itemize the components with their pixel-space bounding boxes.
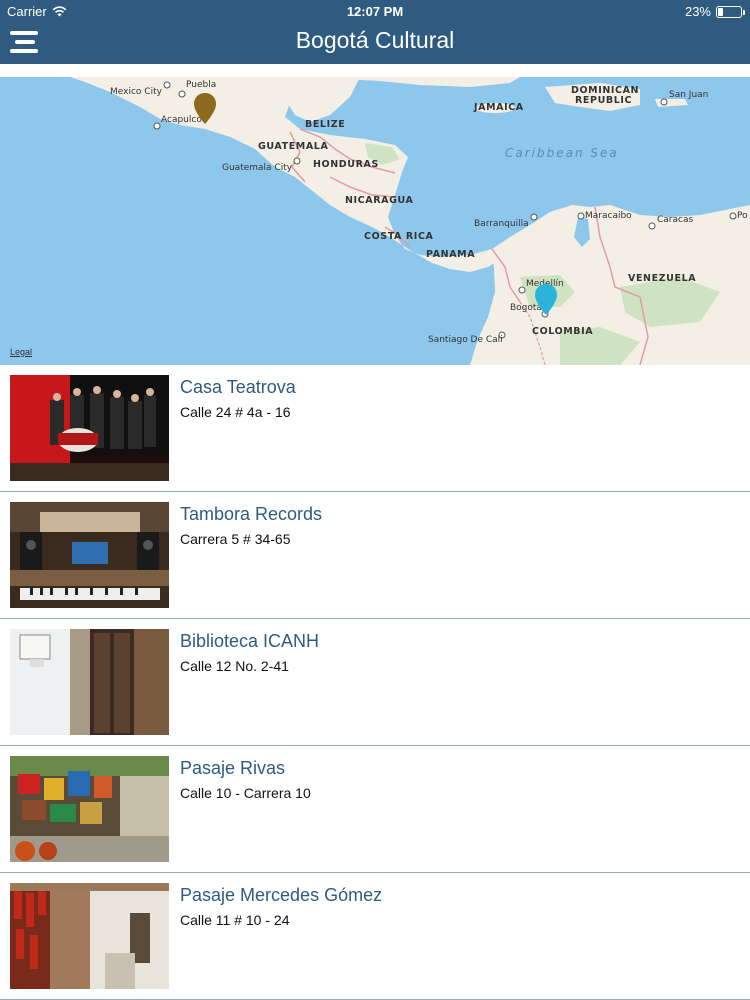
map-label-guatemala: GUATEMALA: [258, 141, 329, 152]
map-label-venezuela: VENEZUELA: [628, 273, 697, 284]
place-photo: [10, 502, 169, 608]
status-right: 23%: [684, 4, 745, 19]
status-time: 12:07 PM: [346, 4, 404, 19]
map-pin-icon[interactable]: [193, 92, 217, 126]
place-name: Tambora Records: [180, 504, 323, 524]
places-list: Casa Teatrova Calle 24 # 4a - 16 Tambora…: [0, 365, 750, 1000]
place-photo: [10, 375, 169, 481]
map-label-caribbean-sea: Caribbean Sea: [505, 146, 619, 160]
battery-percent: 23%: [684, 4, 711, 19]
list-item[interactable]: Pasaje Mercedes Gómez Calle 11 # 10 - 24: [0, 873, 750, 1000]
place-address: Calle 24 # 4a - 16: [180, 404, 291, 420]
status-bar: Carrier 12:07 PM 23%: [0, 0, 750, 22]
map-city-mexico-city: Mexico City: [110, 87, 162, 97]
list-item[interactable]: Tambora Records Carrera 5 # 34-65: [0, 492, 750, 619]
map-label-jamaica: JAMAICA: [474, 102, 524, 113]
map-city-barranquilla: Barranquilla: [474, 219, 529, 229]
map-city-santiago-de-cali: Santiago De Cali: [428, 335, 503, 345]
list-item[interactable]: Pasaje Rivas Calle 10 - Carrera 10: [0, 746, 750, 873]
map-label-honduras: HONDURAS: [313, 159, 379, 170]
battery-icon: [716, 5, 745, 18]
map-city-maracaibo: Maracaibo: [585, 211, 632, 221]
place-name: Biblioteca ICANH: [180, 631, 320, 651]
map-label-belize: BELIZE: [305, 119, 346, 130]
list-item[interactable]: Casa Teatrova Calle 24 # 4a - 16: [0, 365, 750, 492]
list-item[interactable]: Biblioteca ICANH Calle 12 No. 2-41: [0, 619, 750, 746]
map-city-caracas: Caracas: [657, 215, 694, 225]
place-photo: [10, 756, 169, 862]
map-label-nicaragua: NICARAGUA: [345, 195, 414, 206]
place-address: Calle 10 - Carrera 10: [180, 785, 311, 801]
page-title: Bogotá Cultural: [295, 27, 455, 53]
map-pin-icon[interactable]: [534, 283, 558, 317]
battery-level: [718, 7, 724, 16]
place-name: Pasaje Mercedes Gómez: [180, 885, 383, 905]
map-view[interactable]: BELIZE GUATEMALA HONDURAS NICARAGUA COST…: [0, 77, 750, 365]
map-basemap: [0, 77, 750, 365]
place-name: Casa Teatrova: [180, 377, 296, 397]
place-address: Calle 12 No. 2-41: [180, 658, 289, 674]
place-photo: [10, 883, 169, 989]
nav-header: Carrier 12:07 PM 23% Bogotá Cultural: [0, 0, 750, 64]
map-legal-link[interactable]: Legal: [10, 347, 32, 357]
map-label-costa-rica: COSTA RICA: [364, 231, 434, 242]
map-city-po: Po: [737, 211, 748, 221]
map-label-panama: PANAMA: [426, 249, 476, 260]
map-city-puebla: Puebla: [186, 80, 217, 90]
place-address: Carrera 5 # 34-65: [180, 531, 291, 547]
place-name: Pasaje Rivas: [180, 758, 286, 778]
map-label-republic: REPUBLIC: [575, 95, 633, 106]
map-label-colombia: COLOMBIA: [532, 326, 594, 337]
place-address: Calle 11 # 10 - 24: [180, 912, 290, 928]
place-photo: [10, 629, 169, 735]
map-city-san-juan: San Juan: [669, 90, 709, 100]
map-city-guatemala-city: Guatemala City: [222, 163, 293, 173]
